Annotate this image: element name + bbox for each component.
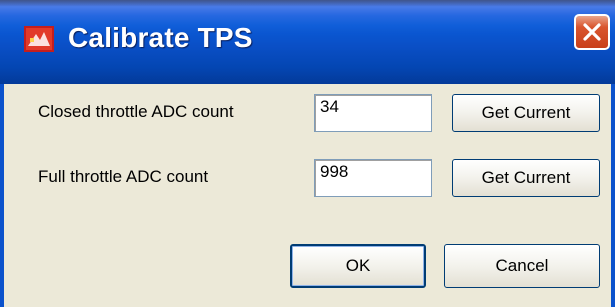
window-title: Calibrate TPS [68, 22, 253, 53]
full-throttle-label: Full throttle ADC count [38, 167, 209, 186]
ok-button[interactable]: OK [290, 244, 426, 288]
cancel-button[interactable]: Cancel [444, 244, 600, 288]
app-icon [24, 26, 54, 52]
window-border [611, 84, 615, 307]
close-icon [583, 23, 601, 41]
full-throttle-input[interactable]: 998 [314, 159, 432, 197]
closed-throttle-input[interactable]: 34 [314, 94, 432, 132]
get-current-closed-button[interactable]: Get Current [452, 94, 600, 132]
get-current-full-button[interactable]: Get Current [452, 159, 600, 197]
title-bar[interactable]: Calibrate TPS [0, 0, 615, 84]
close-button[interactable] [574, 14, 610, 50]
closed-throttle-label: Closed throttle ADC count [38, 102, 234, 121]
dialog-window: Calibrate TPS Closed throttle ADC count … [0, 0, 615, 307]
